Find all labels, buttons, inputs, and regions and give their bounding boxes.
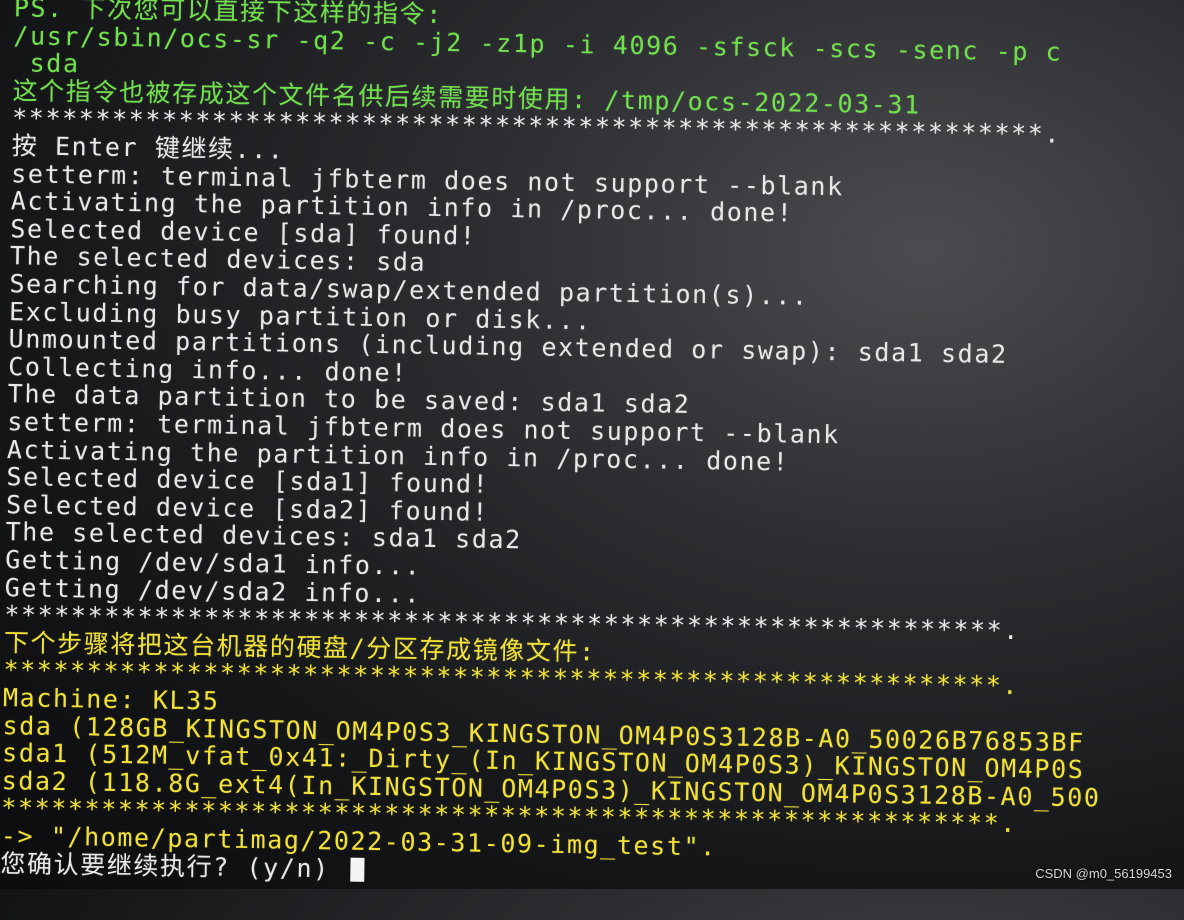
terminal-line: 按 Enter 键继续... [11, 131, 285, 165]
terminal-line: Machine: KL35 [2, 683, 220, 716]
terminal-screen: PS. 下次您可以直接下这样的指令:/usr/sbin/ocs-sr -q2 -… [0, 0, 1184, 920]
terminal-line: /usr/sbin/ocs-sr -q2 -c -j2 -z1p -i 4096… [13, 20, 1063, 67]
watermark: CSDN @m0_56199453 [1035, 866, 1172, 881]
confirm-prompt[interactable]: 您确认要继续执行? (y/n) [0, 848, 365, 884]
text-cursor[interactable] [350, 857, 365, 882]
prompt-text: 您确认要继续执行? (y/n) [0, 848, 347, 884]
terminal-line: sda [12, 48, 80, 79]
